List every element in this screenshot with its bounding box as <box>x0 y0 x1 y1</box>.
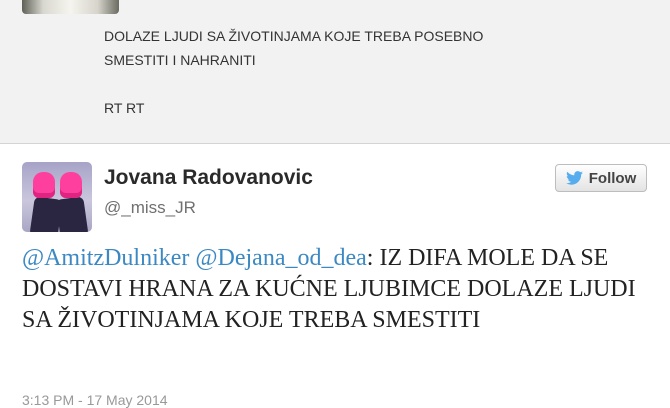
previous-tweet-avatar[interactable] <box>22 0 119 14</box>
previous-tweet: DOLAZE LJUDI SA ŽIVOTINJAMA KOJE TREBA P… <box>0 0 670 143</box>
previous-tweet-text: DOLAZE LJUDI SA ŽIVOTINJAMA KOJE TREBA P… <box>104 28 484 116</box>
avatar-photo-leg-right <box>55 196 89 232</box>
twitter-bird-icon <box>565 171 583 185</box>
author-name[interactable]: Jovana Radovanovic <box>104 166 313 190</box>
tweet-timestamp[interactable]: 3:13 PM - 17 May 2014 <box>22 392 168 408</box>
tweet-divider <box>0 143 670 144</box>
mention-link-1[interactable]: @AmitzDulniker <box>22 245 189 271</box>
mention-link-2[interactable]: @Dejana_od_dea <box>195 245 366 271</box>
avatar[interactable] <box>22 162 92 232</box>
tweet-text: @AmitzDulniker @Dejana_od_dea: IZ DIFA M… <box>22 243 642 336</box>
avatar-photo-shoe-right <box>60 172 82 198</box>
author-handle[interactable]: @_miss_JR <box>104 198 196 218</box>
avatar-photo-shoe-left <box>33 172 55 198</box>
follow-label: Follow <box>588 169 637 187</box>
follow-button[interactable]: Follow <box>555 164 647 192</box>
